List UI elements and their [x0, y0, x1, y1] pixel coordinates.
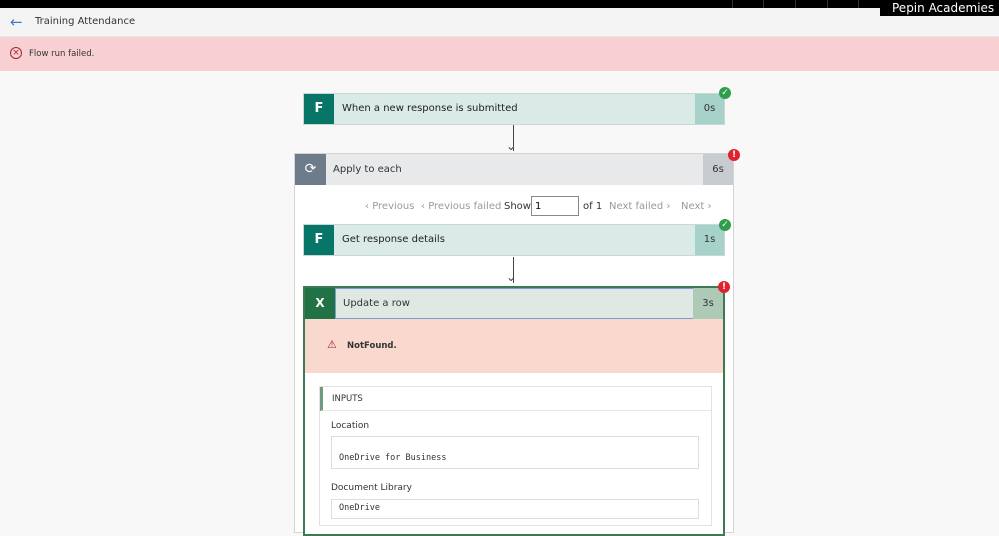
error-message: NotFound.: [347, 341, 397, 351]
card-label: When a new response is submitted: [342, 103, 518, 114]
iteration-input[interactable]: [531, 196, 579, 216]
document-library-value: OneDrive: [331, 499, 699, 519]
divider: [795, 0, 796, 8]
error-badge-icon: !: [718, 281, 730, 293]
next-failed-label: Next failed: [609, 201, 664, 212]
banner-text: Flow run failed.: [29, 49, 95, 59]
show-label: Show: [504, 201, 531, 212]
card-label: Get response details: [342, 234, 445, 245]
next-button[interactable]: Next ›: [681, 201, 711, 212]
card-duration: 0s: [695, 94, 724, 124]
header: ← Training Attendance: [0, 8, 999, 37]
apply-to-each-header[interactable]: ⟳ Apply to each 6s: [295, 154, 733, 185]
page-title: Training Attendance: [35, 16, 136, 27]
divider: [827, 0, 828, 8]
forms-icon: F: [304, 94, 334, 124]
field-label: Location: [331, 421, 370, 431]
error-circle-icon: ×: [10, 47, 22, 59]
forms-icon: F: [304, 225, 334, 255]
of-count: of 1: [583, 201, 603, 212]
arrow-left-icon[interactable]: ←: [10, 13, 23, 31]
error-badge-icon: !: [728, 149, 740, 161]
excel-icon: X: [305, 288, 335, 319]
warning-icon: ⚠: [327, 338, 337, 351]
previous-label: Previous: [372, 201, 415, 212]
field-label: Document Library: [331, 483, 412, 493]
tenant-switcher[interactable]: Pepin Academies (de: [880, 0, 999, 16]
arrow-down-icon: ⌄: [506, 139, 517, 153]
get-response-details-card[interactable]: F Get response details 1s: [303, 224, 725, 256]
card-duration: 1s: [695, 225, 724, 255]
divider: [858, 0, 859, 8]
next-label: Next: [681, 201, 705, 212]
error-banner: × Flow run failed.: [0, 37, 999, 71]
top-bar: [0, 0, 999, 8]
inputs-panel: INPUTS Location OneDrive for Business Do…: [319, 386, 712, 526]
trigger-card[interactable]: F When a new response is submitted 0s: [303, 93, 725, 125]
location-value: OneDrive for Business: [331, 436, 699, 469]
previous-failed-button[interactable]: ‹ Previous failed: [421, 201, 501, 212]
previous-failed-label: Previous failed: [428, 201, 502, 212]
card-duration: 3s: [693, 288, 723, 319]
loop-icon: ⟳: [295, 154, 326, 185]
error-message-box: ⚠ NotFound.: [305, 319, 723, 373]
card-label: Update a row: [343, 298, 410, 309]
check-icon: ✓: [719, 87, 731, 99]
tenant-name: Pepin Academies (de: [892, 1, 999, 15]
inputs-heading[interactable]: INPUTS: [320, 387, 711, 411]
update-row-card: X Update a row 3s ⚠ NotFound. INPUTS Loc…: [303, 286, 725, 536]
update-row-header[interactable]: X Update a row 3s: [305, 288, 723, 319]
divider: [763, 0, 764, 8]
divider: [732, 0, 733, 8]
check-icon: ✓: [719, 219, 731, 231]
card-label: Apply to each: [333, 164, 402, 175]
previous-button[interactable]: ‹ Previous: [365, 201, 414, 212]
next-failed-button[interactable]: Next failed ›: [609, 201, 670, 212]
arrow-down-icon: ⌄: [506, 270, 517, 284]
